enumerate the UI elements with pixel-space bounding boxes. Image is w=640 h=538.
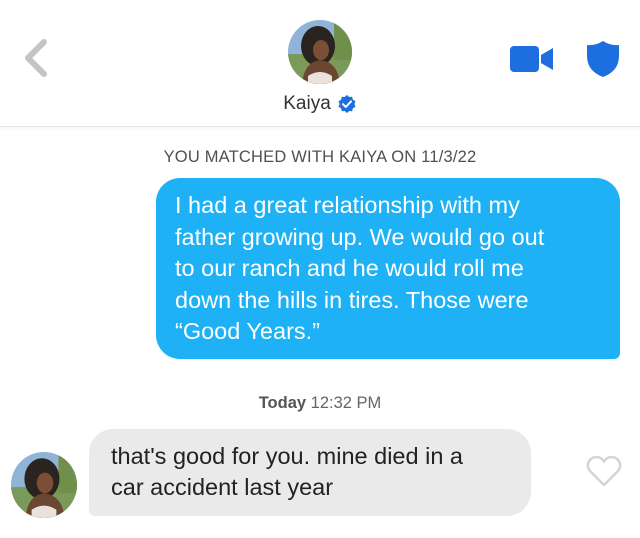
message-line: down the hills in tires. Those were bbox=[175, 286, 529, 313]
avatar-photo bbox=[288, 20, 352, 84]
sent-message-bubble[interactable]: I had a great relationship with my fathe… bbox=[156, 178, 620, 359]
verified-badge-icon bbox=[338, 95, 356, 113]
timestamp-day: Today bbox=[258, 394, 307, 412]
safety-toolkit-button[interactable] bbox=[585, 39, 621, 79]
chat-header: Kaiya bbox=[0, 0, 640, 127]
message-line: car accident last year bbox=[111, 474, 334, 500]
video-call-button[interactable] bbox=[510, 45, 554, 73]
sender-avatar[interactable] bbox=[11, 452, 77, 518]
message-timestamp: Today 12:32 PM bbox=[0, 394, 640, 413]
avatar-photo bbox=[11, 452, 77, 518]
chevron-left-icon bbox=[25, 39, 47, 77]
message-line: “Good Years.” bbox=[175, 318, 321, 344]
message-line: I had a great relationship with my bbox=[175, 192, 520, 218]
message-line: that's good for you. mine died in a bbox=[111, 443, 463, 469]
back-button[interactable] bbox=[18, 38, 54, 78]
message-line: father growing up. We would go out bbox=[175, 223, 545, 250]
match-avatar[interactable] bbox=[288, 20, 352, 84]
match-notice: YOU MATCHED WITH KAIYA ON 11/3/22 bbox=[163, 148, 477, 166]
match-name-label: Kaiya bbox=[283, 93, 331, 114]
heart-outline-icon bbox=[586, 455, 622, 487]
message-line: to our ranch and he would roll me bbox=[175, 255, 524, 281]
video-camera-icon bbox=[510, 46, 553, 72]
shield-icon bbox=[587, 41, 619, 77]
like-message-button[interactable] bbox=[586, 454, 622, 488]
timestamp-time: 12:32 PM bbox=[310, 394, 382, 412]
received-message-bubble[interactable]: that's good for you. mine died in a car … bbox=[89, 429, 531, 516]
match-name[interactable]: Kaiya bbox=[0, 93, 640, 115]
